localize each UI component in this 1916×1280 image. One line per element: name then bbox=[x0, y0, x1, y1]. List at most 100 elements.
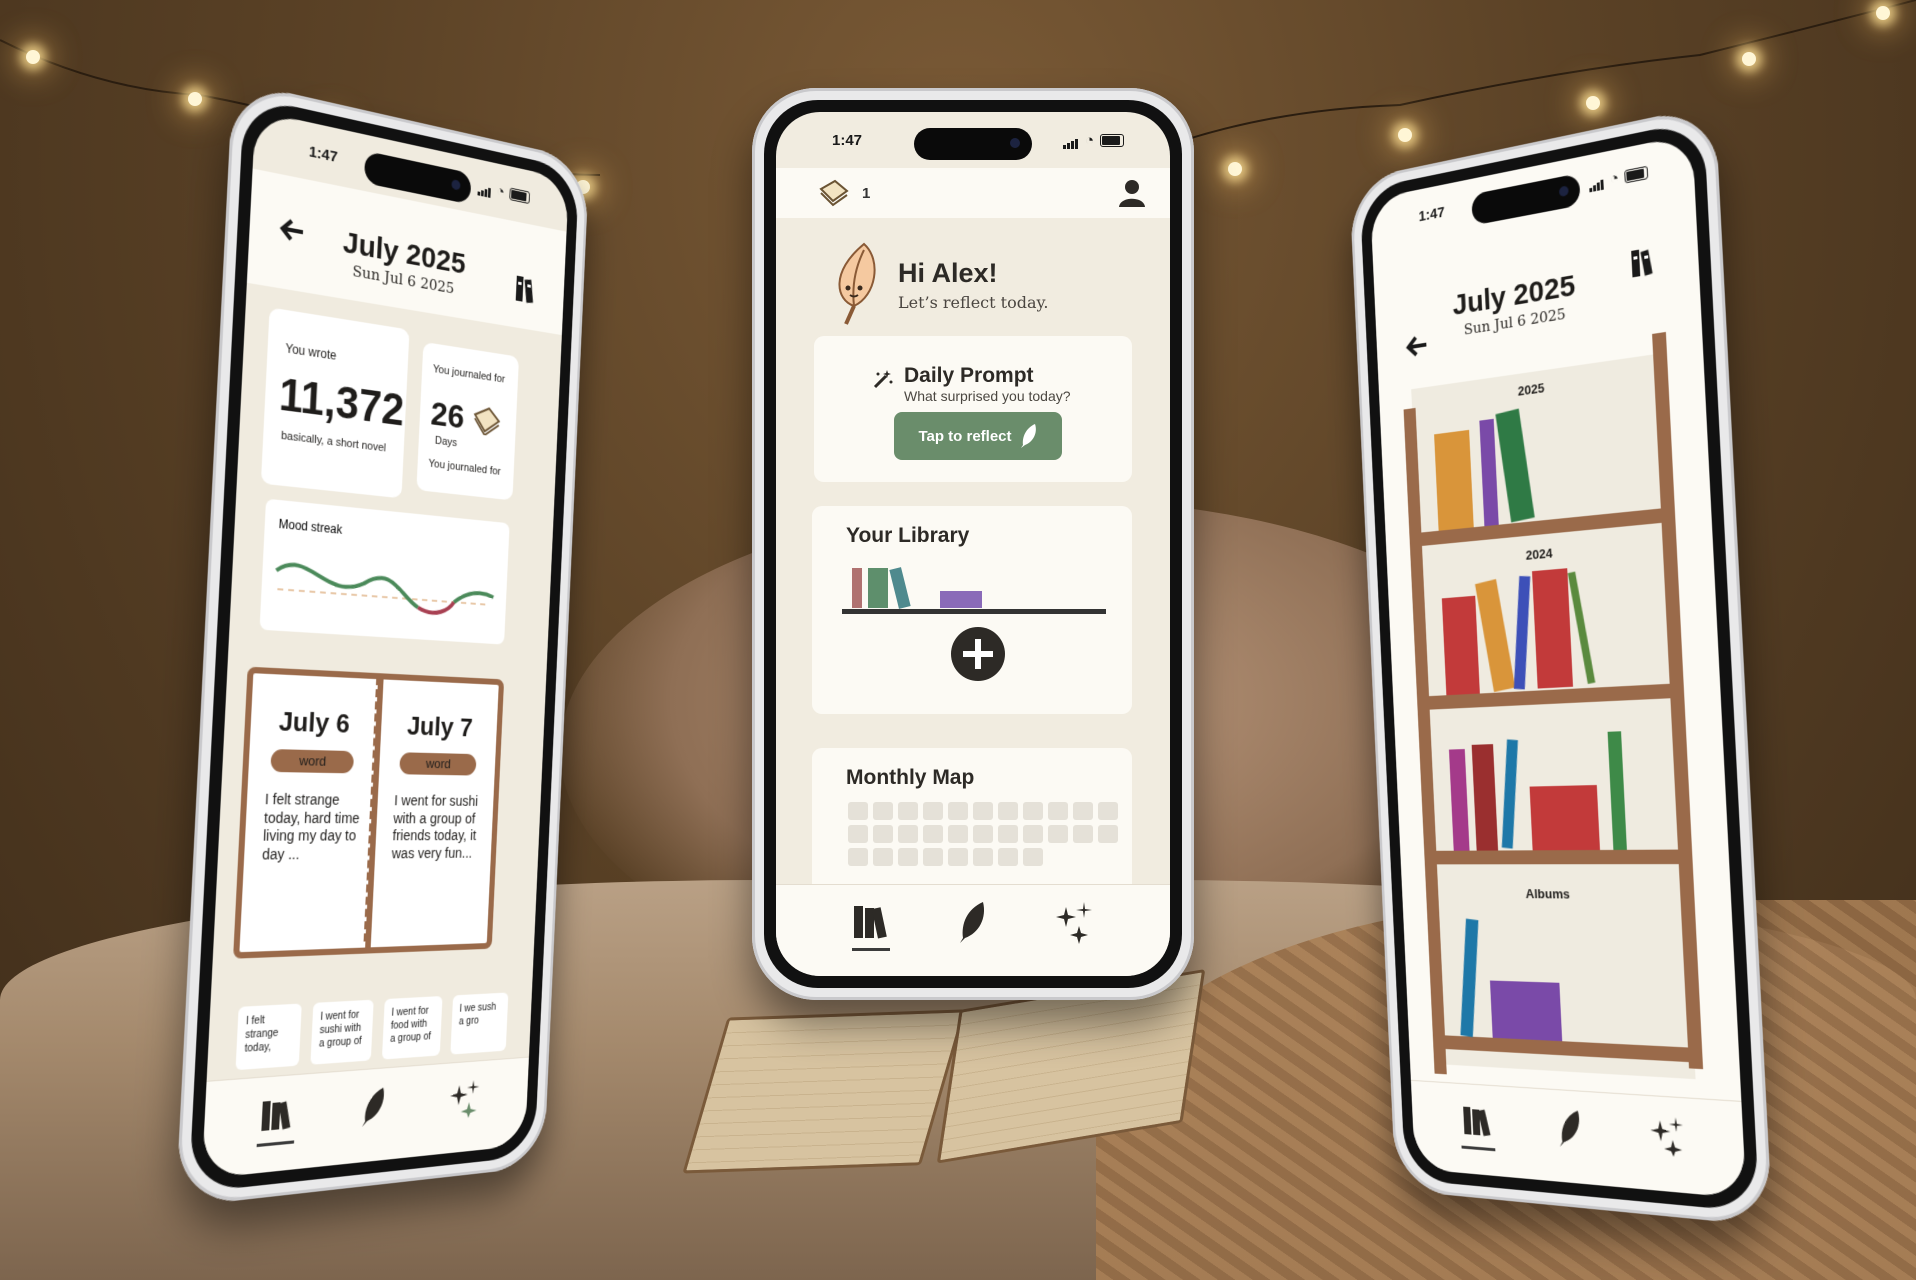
books-icon bbox=[261, 1100, 291, 1131]
map-day-cell[interactable] bbox=[873, 825, 893, 843]
journal-page-right[interactable]: July 7 word I went for sushi with a grou… bbox=[364, 673, 505, 954]
map-day-cell[interactable] bbox=[873, 802, 893, 820]
journaled-label-repeat: You journaled for bbox=[428, 457, 501, 478]
bookshelf-screen: 1:47 ◔ July 2025 Sun Jul 6 2025 2025 202… bbox=[1370, 134, 1747, 1199]
map-day-cell[interactable] bbox=[1023, 848, 1043, 866]
journal-stack-icon bbox=[471, 404, 502, 437]
bottom-tab-bar bbox=[201, 1056, 529, 1179]
entry-preview-card[interactable]: I went for food with a group of bbox=[381, 995, 443, 1060]
map-day-cell[interactable] bbox=[948, 848, 968, 866]
mood-streak-label: Mood streak bbox=[278, 516, 343, 537]
wifi-icon: ◔ bbox=[1609, 168, 1620, 188]
greeting-title: Hi Alex! bbox=[898, 258, 998, 288]
words-written-card: You wrote 11,372 basically, a short nove… bbox=[260, 307, 410, 499]
entry-previews: I felt strange today, I went for sushi w… bbox=[235, 992, 509, 1071]
signal-icon bbox=[1589, 172, 1605, 192]
feather-icon bbox=[960, 902, 985, 943]
monthly-summary-screen: 1:47 ◔ July 2025 Sun Jul 6 2025 You wrot… bbox=[201, 110, 569, 1179]
map-day-cell[interactable] bbox=[1073, 825, 1093, 843]
open-journal-book[interactable]: July 6 word I felt strange today, hard t… bbox=[226, 650, 519, 985]
status-bar: 1:47 ◔ bbox=[776, 112, 1170, 168]
map-day-cell[interactable] bbox=[898, 802, 918, 820]
map-day-cell[interactable] bbox=[998, 848, 1018, 866]
feather-icon bbox=[1020, 424, 1036, 448]
reflect-button-label: Tap to reflect bbox=[918, 427, 1012, 445]
map-day-cell[interactable] bbox=[1098, 802, 1118, 820]
map-day-cell[interactable] bbox=[898, 825, 918, 843]
monthly-map-title: Monthly Map bbox=[846, 766, 975, 789]
battery-icon bbox=[509, 187, 531, 204]
map-day-cell[interactable] bbox=[923, 802, 943, 820]
journal-page-left[interactable]: July 6 word I felt strange today, hard t… bbox=[233, 666, 384, 959]
map-day-cell[interactable] bbox=[948, 802, 968, 820]
map-day-cell[interactable] bbox=[923, 848, 943, 866]
library-title: Your Library bbox=[846, 524, 970, 547]
back-arrow-icon[interactable] bbox=[1405, 333, 1428, 359]
entry-preview-card[interactable]: I felt strange today, bbox=[235, 1003, 302, 1071]
library-books-icon[interactable] bbox=[1630, 245, 1655, 280]
tap-to-reflect-button[interactable]: Tap to reflect bbox=[894, 412, 1062, 460]
map-day-cell[interactable] bbox=[1073, 802, 1093, 820]
days-unit: Days bbox=[434, 434, 458, 450]
library-tab[interactable] bbox=[848, 899, 894, 951]
map-day-cell[interactable] bbox=[973, 802, 993, 820]
map-day-cell[interactable] bbox=[873, 848, 893, 866]
words-count: 11,372 bbox=[277, 369, 406, 436]
entry-text: I felt strange today, hard time living m… bbox=[261, 790, 361, 863]
bookshelf-frame bbox=[1403, 331, 1704, 1080]
signal-icon bbox=[477, 178, 492, 198]
map-day-cell[interactable] bbox=[848, 802, 868, 820]
map-day-cell[interactable] bbox=[1048, 825, 1068, 843]
library-tab[interactable] bbox=[1456, 1097, 1499, 1145]
map-day-cell[interactable] bbox=[898, 848, 918, 866]
entry-date: July 6 bbox=[278, 705, 351, 739]
insights-tab[interactable] bbox=[445, 1074, 487, 1123]
add-circle-icon[interactable] bbox=[950, 626, 1006, 682]
status-time: 1:47 bbox=[1418, 203, 1445, 225]
map-day-cell[interactable] bbox=[1098, 825, 1118, 843]
greeting-subtitle: Let’s reflect today. bbox=[898, 293, 1049, 312]
map-day-cell[interactable] bbox=[1048, 802, 1068, 820]
profile-icon[interactable] bbox=[1118, 178, 1146, 208]
map-day-cell[interactable] bbox=[848, 825, 868, 843]
write-tab[interactable] bbox=[1548, 1104, 1593, 1154]
map-day-cell[interactable] bbox=[1023, 825, 1043, 843]
entry-date: July 7 bbox=[406, 710, 474, 743]
map-day-cell[interactable] bbox=[923, 825, 943, 843]
entry-word-tag: word bbox=[270, 749, 355, 774]
entry-preview-card[interactable]: I we sush a gro bbox=[450, 992, 509, 1055]
map-day-cell[interactable] bbox=[848, 848, 868, 866]
insights-tab[interactable] bbox=[1052, 899, 1098, 945]
you-wrote-label: You wrote bbox=[285, 341, 337, 363]
signal-icon bbox=[1062, 132, 1079, 149]
entry-preview-card[interactable]: I went for sushi with a group of bbox=[310, 999, 374, 1065]
journaled-label: You journaled for bbox=[432, 363, 506, 386]
feather-icon bbox=[1558, 1109, 1581, 1149]
map-day-cell[interactable] bbox=[998, 802, 1018, 820]
wifi-icon: ◔ bbox=[496, 182, 505, 201]
map-day-cell[interactable] bbox=[973, 848, 993, 866]
home-screen: 1:47 ◔ 1 Hi Alex! Let’s reflect today. D… bbox=[776, 112, 1170, 976]
sparkles-icon bbox=[449, 1079, 480, 1119]
insights-tab[interactable] bbox=[1645, 1110, 1693, 1161]
sparkles-icon bbox=[1056, 902, 1092, 944]
back-arrow-icon[interactable] bbox=[279, 216, 306, 245]
write-tab[interactable] bbox=[352, 1082, 397, 1132]
library-shelf-preview bbox=[842, 567, 1106, 614]
bookshelf: 2025 2024 Albums bbox=[1397, 331, 1711, 1090]
bottom-tab-bar bbox=[1410, 1079, 1747, 1199]
map-day-cell[interactable] bbox=[973, 825, 993, 843]
streak-counter[interactable]: 1 bbox=[818, 179, 870, 207]
books-icon bbox=[1463, 1106, 1491, 1137]
map-day-cell[interactable] bbox=[1023, 802, 1043, 820]
write-tab[interactable] bbox=[950, 899, 996, 945]
mood-streak-card: Mood streak bbox=[259, 498, 510, 645]
feather-icon bbox=[362, 1087, 385, 1127]
library-tab[interactable] bbox=[253, 1089, 301, 1141]
map-day-cell[interactable] bbox=[998, 825, 1018, 843]
map-day-cell[interactable] bbox=[948, 825, 968, 843]
phone-center-home: 1:47 ◔ 1 Hi Alex! Let’s reflect today. D… bbox=[752, 88, 1194, 1000]
days-journaled-card: You journaled for 26 Days You journaled … bbox=[416, 341, 520, 501]
library-books-icon[interactable] bbox=[515, 274, 536, 306]
your-library-card[interactable]: Your Library bbox=[812, 506, 1132, 714]
